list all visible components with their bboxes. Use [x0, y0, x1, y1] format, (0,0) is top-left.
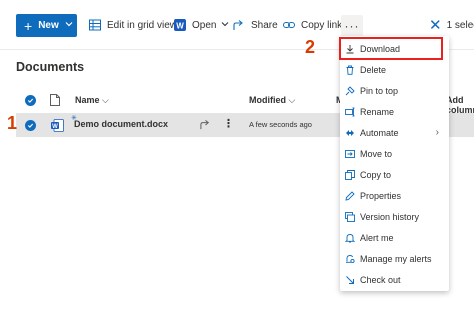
- copy-link-label: Copy link: [301, 19, 343, 31]
- close-icon[interactable]: ✕: [429, 16, 442, 34]
- chevron-right-icon: ›: [435, 127, 439, 138]
- step-marker-1: 1: [7, 113, 18, 133]
- more-vertical-icon[interactable]: ⋮: [223, 117, 234, 130]
- menu-item-label: Pin to top: [360, 85, 399, 96]
- rename-icon: [345, 107, 355, 117]
- menu-item-alert-me[interactable]: Alert me: [340, 227, 449, 248]
- more-button[interactable]: ···: [341, 15, 363, 37]
- menu-item-label: Check out: [360, 274, 401, 285]
- link-icon: [283, 19, 295, 31]
- menu-item-properties[interactable]: Properties: [340, 185, 449, 206]
- menu-item-check-out[interactable]: Check out: [340, 269, 449, 290]
- menu-item-rename[interactable]: Rename: [340, 101, 449, 122]
- menu-item-label: Version history: [360, 211, 420, 222]
- file-name[interactable]: Demo document.docx: [74, 119, 168, 129]
- menu-item-delete[interactable]: Delete: [340, 59, 449, 80]
- menu-item-label: Properties: [360, 190, 402, 201]
- chevron-down-icon: ⌵: [102, 95, 109, 105]
- add-column[interactable]: Add column: [446, 95, 474, 115]
- share-icon[interactable]: [200, 119, 211, 132]
- share-label: Share: [251, 19, 278, 31]
- trash-icon: [345, 65, 355, 75]
- history-icon: [345, 211, 355, 222]
- svg-text:W: W: [176, 21, 184, 30]
- automate-icon: [345, 128, 355, 138]
- menu-item-move-to[interactable]: Move to: [340, 143, 449, 164]
- manage-alerts-icon: [345, 254, 355, 264]
- menu-item-label: Automate: [360, 127, 399, 138]
- page-title: Documents: [16, 60, 85, 74]
- row-checkbox[interactable]: [25, 120, 36, 131]
- word-icon: W: [174, 19, 186, 31]
- bell-icon: [344, 233, 356, 243]
- context-menu: Download Delete Pin to top Rename Automa…: [340, 36, 449, 291]
- edit-grid-label: Edit in grid view: [107, 19, 178, 31]
- chevron-down-icon: [221, 20, 229, 31]
- menu-item-label: Move to: [360, 148, 393, 159]
- svg-text:W: W: [52, 124, 58, 130]
- share-button[interactable]: Share: [233, 14, 278, 36]
- download-highlight-box: [339, 37, 443, 60]
- copy-icon: [345, 169, 355, 180]
- pencil-icon: [345, 190, 355, 201]
- menu-item-pin-to-top[interactable]: Pin to top: [340, 80, 449, 101]
- selection-indicator[interactable]: ✕ 1 selecte: [429, 14, 474, 36]
- file-type-icon: [50, 94, 60, 108]
- modified-date: A few seconds ago: [249, 120, 312, 129]
- column-name-label: Name: [75, 95, 100, 105]
- new-button[interactable]: + New: [16, 14, 77, 37]
- menu-item-automate[interactable]: Automate ›: [340, 122, 449, 143]
- move-icon: [345, 149, 355, 159]
- menu-item-label: Manage my alerts: [360, 253, 432, 264]
- menu-item-version-history[interactable]: Version history: [340, 206, 449, 227]
- menu-item-label: Rename: [360, 106, 395, 117]
- column-modified-label: Modified: [249, 95, 286, 105]
- edit-grid-button[interactable]: Edit in grid view: [89, 14, 177, 36]
- checkout-icon: [345, 275, 355, 285]
- menu-item-label: Delete: [360, 64, 387, 75]
- menu-item-label: Alert me: [360, 232, 394, 243]
- step-marker-2: 2: [305, 37, 316, 57]
- share-icon: [233, 19, 245, 31]
- grid-icon: [89, 19, 101, 31]
- open-button[interactable]: W Open: [174, 14, 229, 36]
- pin-icon: [345, 85, 355, 96]
- column-modified[interactable]: Modified ⌵: [249, 95, 295, 106]
- menu-item-manage-alerts[interactable]: Manage my alerts: [340, 248, 449, 269]
- plus-icon: +: [24, 17, 33, 34]
- chevron-down-icon: [65, 20, 73, 31]
- menu-item-label: Copy to: [360, 169, 392, 180]
- selected-count: 1 selecte: [446, 19, 474, 31]
- word-file-icon: W: [51, 119, 64, 134]
- menu-item-copy-to[interactable]: Copy to: [340, 164, 449, 185]
- chevron-down-icon: ⌵: [288, 95, 296, 105]
- copy-link-button[interactable]: Copy link: [283, 14, 342, 36]
- open-label: Open: [192, 19, 217, 31]
- new-button-label: New: [38, 20, 59, 31]
- column-name[interactable]: Name ⌵: [75, 95, 109, 106]
- select-all-checkbox[interactable]: [25, 95, 36, 106]
